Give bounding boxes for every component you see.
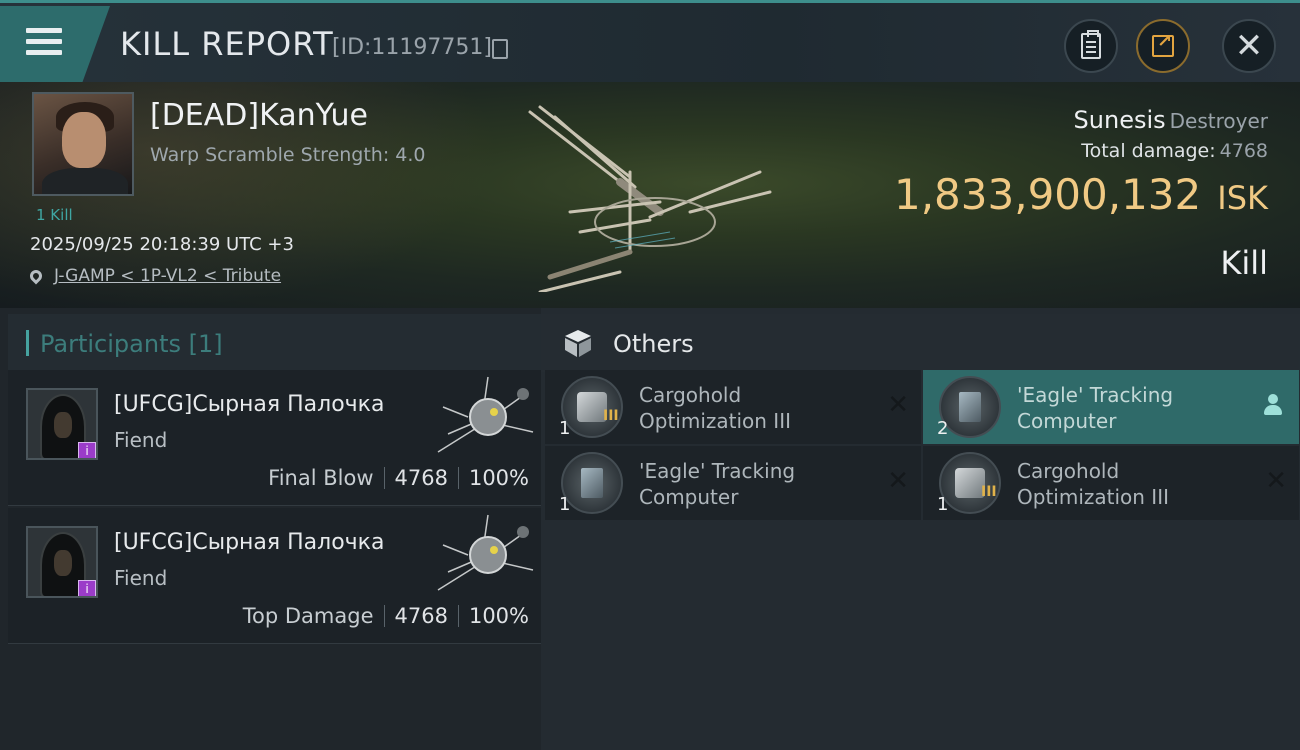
kill-timestamp: 2025/09/25 20:18:39 UTC +3: [30, 234, 294, 255]
info-badge-icon: i: [78, 442, 96, 458]
participant-ship: Fiend: [114, 428, 168, 452]
page-title: KILL REPORT: [120, 25, 334, 63]
ship-type: Sunesis Destroyer: [1074, 106, 1268, 134]
participant-avatar[interactable]: i: [26, 526, 98, 598]
menu-button[interactable]: [0, 6, 110, 82]
item-quantity: 2: [937, 418, 949, 439]
meta-level-badge: III: [603, 408, 619, 424]
location-link[interactable]: J-GAMP < 1P-VL2 < Tribute: [54, 266, 281, 286]
others-title: Others: [613, 330, 694, 358]
info-badge-icon: i: [78, 580, 96, 596]
copy-icon[interactable]: [492, 39, 508, 59]
share-button[interactable]: [1136, 19, 1190, 73]
participant-percent: 100%: [468, 604, 529, 628]
clipboard-button[interactable]: [1064, 19, 1118, 73]
participant-row[interactable]: i [UFCG]Сырная Палочка Fiend Final Blow …: [8, 370, 541, 506]
participants-panel: Participants [1] i [UFCG]Сырная Палочка …: [0, 308, 541, 750]
destroyed-x-icon: ✕: [887, 466, 909, 496]
item-quantity: 1: [937, 494, 949, 515]
participant-damage: 4768: [394, 466, 448, 490]
share-icon: [1152, 31, 1174, 57]
item-name: 'Eagle' Tracking Computer: [1017, 383, 1174, 433]
item-quantity: 1: [559, 494, 571, 515]
cube-icon: [565, 330, 591, 357]
participant-ship: Fiend: [114, 566, 168, 590]
location[interactable]: J-GAMP < 1P-VL2 < Tribute: [27, 266, 281, 286]
total-damage: Total damage: 4768: [1081, 140, 1268, 162]
ship-class: Destroyer: [1169, 109, 1268, 133]
item-eagle-tracking-computer[interactable]: 2 'Eagle' Tracking Computer: [923, 370, 1299, 444]
participant-avatar[interactable]: i: [26, 388, 98, 460]
item-name: Cargohold Optimization III: [639, 383, 791, 433]
others-header: Others: [541, 314, 1300, 372]
total-damage-label: Total damage:: [1081, 140, 1216, 162]
ship-render: [528, 105, 772, 292]
item-cargohold-optimization[interactable]: III 1 Cargohold Optimization III ✕: [923, 446, 1299, 520]
participant-role: Top Damage: [242, 604, 374, 628]
warp-scramble-strength: Warp Scramble Strength: 4.0: [150, 144, 426, 166]
location-pin-icon: [27, 267, 45, 285]
participant-percent: 100%: [468, 466, 529, 490]
close-icon: ✕: [1234, 26, 1264, 66]
item-quantity: 1: [559, 418, 571, 439]
close-button[interactable]: ✕: [1222, 19, 1276, 73]
isk-value-row: 1,833,900,132 ISK: [894, 170, 1268, 219]
participant-stats: Final Blow 4768 100%: [268, 466, 529, 490]
item-name: 'Eagle' Tracking Computer: [639, 459, 796, 509]
total-damage-value: 4768: [1219, 140, 1268, 162]
participants-title: Participants [1]: [40, 330, 223, 358]
person-icon: [1263, 394, 1283, 416]
isk-unit: ISK: [1217, 179, 1268, 217]
participant-stats: Top Damage 4768 100%: [243, 604, 529, 628]
victim-name: [DEAD]KanYue: [150, 98, 368, 133]
victim-summary: [DEAD]KanYue Warp Scramble Strength: 4.0…: [0, 82, 1300, 308]
victim-portrait[interactable]: [32, 92, 134, 196]
meta-level-badge: III: [981, 484, 997, 500]
kill-result: Kill: [1220, 244, 1268, 282]
participant-name: [UFCG]Сырная Палочка: [114, 392, 385, 417]
participant-name: [UFCG]Сырная Палочка: [114, 530, 385, 555]
kill-count: 1 Kill: [36, 206, 73, 224]
hamburger-icon: [26, 28, 62, 58]
destroyed-x-icon: ✕: [887, 390, 909, 420]
destroyed-x-icon: ✕: [1265, 466, 1287, 496]
participant-row[interactable]: i [UFCG]Сырная Палочка Fiend Top Damage …: [8, 508, 541, 644]
report-id: [ID:11197751]: [332, 35, 492, 60]
drone-ship-icon: [437, 376, 534, 453]
clipboard-icon: [1081, 30, 1101, 59]
item-eagle-tracking-computer[interactable]: 1 'Eagle' Tracking Computer ✕: [545, 446, 921, 520]
header-bar: KILL REPORT [ID:11197751] ✕: [0, 0, 1300, 82]
others-panel: Others III 1 Cargohold Optimization III …: [541, 308, 1300, 750]
participants-header: Participants [1]: [8, 314, 541, 372]
participant-damage: 4768: [394, 604, 448, 628]
drone-ship-icon: [437, 514, 534, 591]
isk-value: 1,833,900,132: [893, 170, 1202, 219]
participant-role: Final Blow: [268, 466, 374, 490]
item-cargohold-optimization[interactable]: III 1 Cargohold Optimization III ✕: [545, 370, 921, 444]
item-name: Cargohold Optimization III: [1017, 459, 1169, 509]
ship-name: Sunesis: [1073, 106, 1166, 134]
